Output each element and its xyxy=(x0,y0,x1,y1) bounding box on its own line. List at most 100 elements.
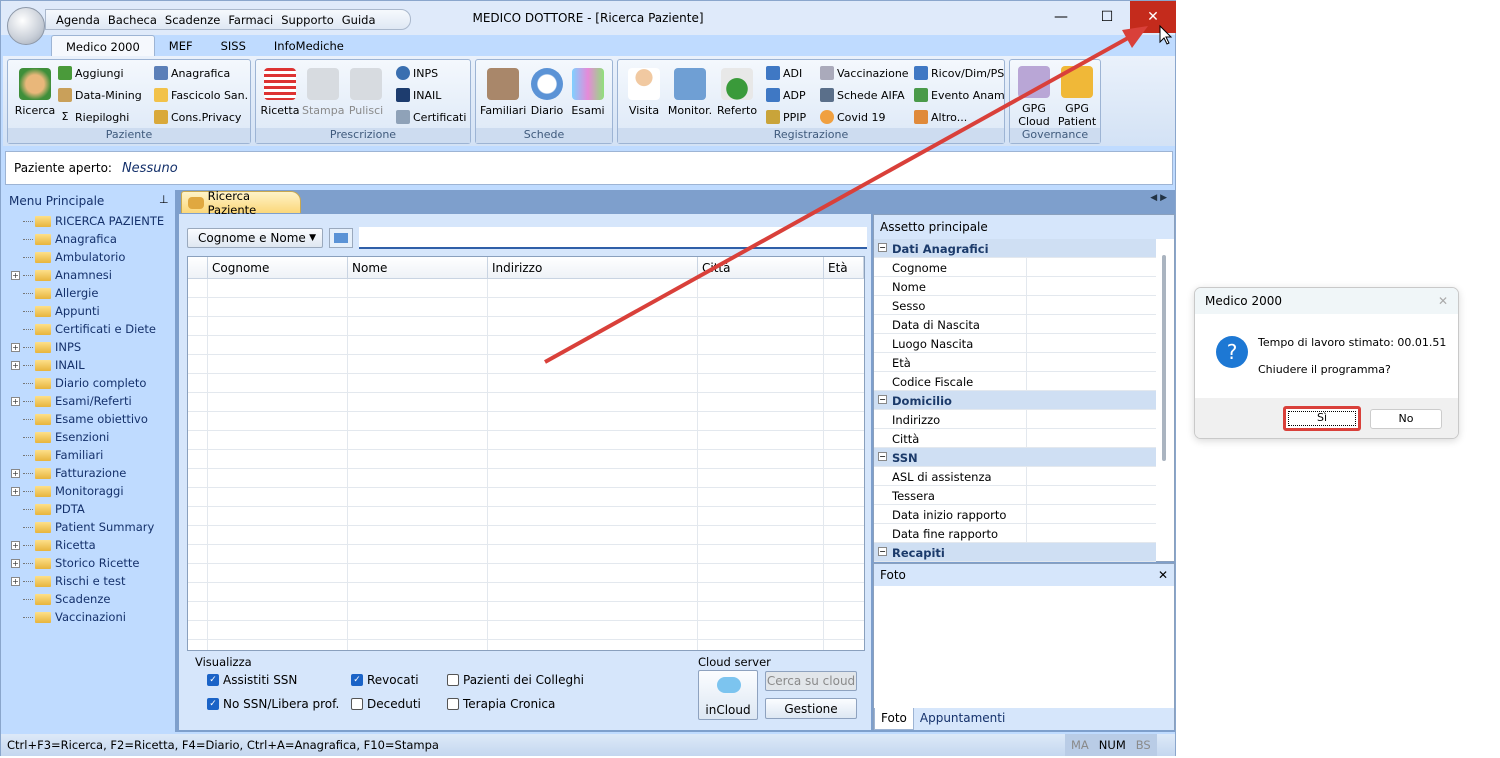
tab-ricerca-paziente[interactable]: Ricerca Paziente xyxy=(181,189,301,217)
expand-icon[interactable]: + xyxy=(11,558,20,568)
table-row[interactable] xyxy=(188,317,864,336)
privacy-button[interactable]: Cons.Privacy xyxy=(154,110,241,124)
property-value[interactable] xyxy=(1026,372,1027,390)
altro-button[interactable]: Altro... xyxy=(914,110,967,124)
column-header[interactable]: Indirizzo xyxy=(488,257,698,279)
fascicolo-button[interactable]: Fascicolo San. xyxy=(154,88,248,102)
table-row[interactable] xyxy=(188,279,864,298)
yes-button[interactable]: Sì xyxy=(1283,406,1361,431)
sidebar-item[interactable]: Patient Summary xyxy=(11,518,154,536)
property-row[interactable]: Data di Nascita xyxy=(874,315,1156,334)
sidebar-item[interactable]: + Monitoraggi xyxy=(11,482,124,500)
gestione-button[interactable]: Gestione xyxy=(765,698,857,719)
property-group[interactable]: − Dati Anagrafici xyxy=(874,239,1156,258)
sidebar-item[interactable]: Appunti xyxy=(11,302,100,320)
expand-icon[interactable]: + xyxy=(11,486,20,496)
table-row[interactable] xyxy=(188,336,864,355)
close-icon[interactable]: ✕ xyxy=(1158,568,1168,582)
visita-button[interactable]: Visita xyxy=(624,68,664,117)
property-row[interactable]: Codice Fiscale xyxy=(874,372,1156,391)
tab-siss[interactable]: SISS xyxy=(207,35,260,57)
data-mining-button[interactable]: Data-Mining xyxy=(58,88,142,102)
table-row[interactable] xyxy=(188,488,864,507)
diario-button[interactable]: Diario xyxy=(528,68,566,117)
evento-button[interactable]: Evento Anam xyxy=(914,88,1005,102)
checkbox-option[interactable]: Deceduti xyxy=(351,697,421,711)
property-row[interactable]: Sesso xyxy=(874,296,1156,315)
tab-foto[interactable]: Foto xyxy=(874,708,914,730)
search-mode-dropdown[interactable]: Cognome e Nome ▼ xyxy=(187,228,323,248)
esami-button[interactable]: Esami xyxy=(568,68,608,117)
anagrafica-button[interactable]: Anagrafica xyxy=(154,66,230,80)
property-value[interactable] xyxy=(1026,410,1027,428)
property-row[interactable]: Indirizzo xyxy=(874,410,1156,429)
gpg-patient-button[interactable]: GPG Patient xyxy=(1056,66,1098,128)
familiari-button[interactable]: Familiari xyxy=(480,68,526,117)
scrollbar[interactable] xyxy=(1162,255,1166,461)
sidebar-item[interactable]: + INPS xyxy=(11,338,81,356)
close-button[interactable]: ✕ xyxy=(1130,1,1176,33)
sidebar-item[interactable]: Vaccinazioni xyxy=(11,608,126,626)
checkbox-unchecked-icon[interactable] xyxy=(447,674,459,686)
table-row[interactable] xyxy=(188,545,864,564)
property-row[interactable]: Luogo Nascita xyxy=(874,334,1156,353)
maximize-button[interactable]: ☐ xyxy=(1084,1,1130,33)
checkbox-checked-icon[interactable]: ✓ xyxy=(207,698,219,710)
vaccinazione-button[interactable]: Vaccinazione xyxy=(820,66,909,80)
minimize-button[interactable]: — xyxy=(1038,1,1084,33)
property-value[interactable] xyxy=(1026,429,1027,447)
schede-aifa-button[interactable]: Schede AIFA xyxy=(820,88,905,102)
pulisci-button[interactable]: Pulisci xyxy=(346,68,386,117)
sidebar-item[interactable]: + INAIL xyxy=(11,356,85,374)
property-row[interactable]: Data fine rapporto xyxy=(874,524,1156,543)
column-header[interactable]: Città xyxy=(698,257,824,279)
covid-button[interactable]: Covid 19 xyxy=(820,110,885,124)
table-row[interactable] xyxy=(188,393,864,412)
property-row[interactable]: Città xyxy=(874,429,1156,448)
table-row[interactable] xyxy=(188,412,864,431)
cerca-cloud-button[interactable]: Cerca su cloud xyxy=(765,671,857,691)
inps-button[interactable]: INPS xyxy=(396,66,438,80)
no-button[interactable]: No xyxy=(1370,409,1442,429)
sidebar-item[interactable]: + Storico Ricette xyxy=(11,554,139,572)
collapse-icon[interactable]: − xyxy=(878,243,887,252)
sidebar-item[interactable]: + Esami/Referti xyxy=(11,392,132,410)
table-row[interactable] xyxy=(188,469,864,488)
property-row[interactable]: Cognome xyxy=(874,258,1156,277)
adp-button[interactable]: ADP xyxy=(766,88,806,102)
table-row[interactable] xyxy=(188,355,864,374)
checkbox-option[interactable]: Terapia Cronica xyxy=(447,697,555,711)
sidebar-item[interactable]: Esenzioni xyxy=(11,428,109,446)
expand-icon[interactable]: + xyxy=(11,270,20,280)
tab-mef[interactable]: MEF xyxy=(155,35,207,57)
property-row[interactable]: Data inizio rapporto xyxy=(874,505,1156,524)
tab-medico-2000[interactable]: Medico 2000 xyxy=(51,35,155,57)
pin-icon[interactable]: ⊥ xyxy=(159,193,169,206)
certificati-button[interactable]: Certificati xyxy=(396,110,466,124)
sidebar-item[interactable]: + Rischi e test xyxy=(11,572,125,590)
property-value[interactable] xyxy=(1026,505,1027,523)
referto-button[interactable]: Referto xyxy=(716,68,758,117)
checkbox-checked-icon[interactable]: ✓ xyxy=(351,674,363,686)
property-group[interactable]: − Recapiti xyxy=(874,543,1156,562)
tab-appuntamenti[interactable]: Appuntamenti xyxy=(914,708,1011,730)
property-value[interactable] xyxy=(1026,524,1027,542)
monitor-button[interactable]: Monitor. xyxy=(666,68,714,117)
sidebar-item[interactable]: + Fatturazione xyxy=(11,464,126,482)
expand-icon[interactable]: + xyxy=(11,468,20,478)
expand-icon[interactable]: + xyxy=(11,540,20,550)
property-row[interactable]: Tessera xyxy=(874,486,1156,505)
table-row[interactable] xyxy=(188,450,864,469)
sidebar-item[interactable]: RICERCA PAZIENTE xyxy=(11,212,164,230)
checkbox-option[interactable]: Pazienti dei Colleghi xyxy=(447,673,584,687)
dialog-close-icon[interactable]: ✕ xyxy=(1438,294,1448,308)
incloud-button[interactable]: inCloud xyxy=(698,670,758,720)
ricerca-button[interactable]: Ricerca xyxy=(12,68,58,117)
table-row[interactable] xyxy=(188,621,864,640)
checkbox-option[interactable]: ✓ No SSN/Libera prof. xyxy=(207,697,339,711)
collapse-icon[interactable]: − xyxy=(878,395,887,404)
column-header[interactable]: Nome xyxy=(348,257,488,279)
tab-scroll-arrows[interactable]: ◀ ▶ xyxy=(1150,193,1167,203)
column-header[interactable]: Età xyxy=(824,257,864,279)
property-row[interactable]: Nome xyxy=(874,277,1156,296)
